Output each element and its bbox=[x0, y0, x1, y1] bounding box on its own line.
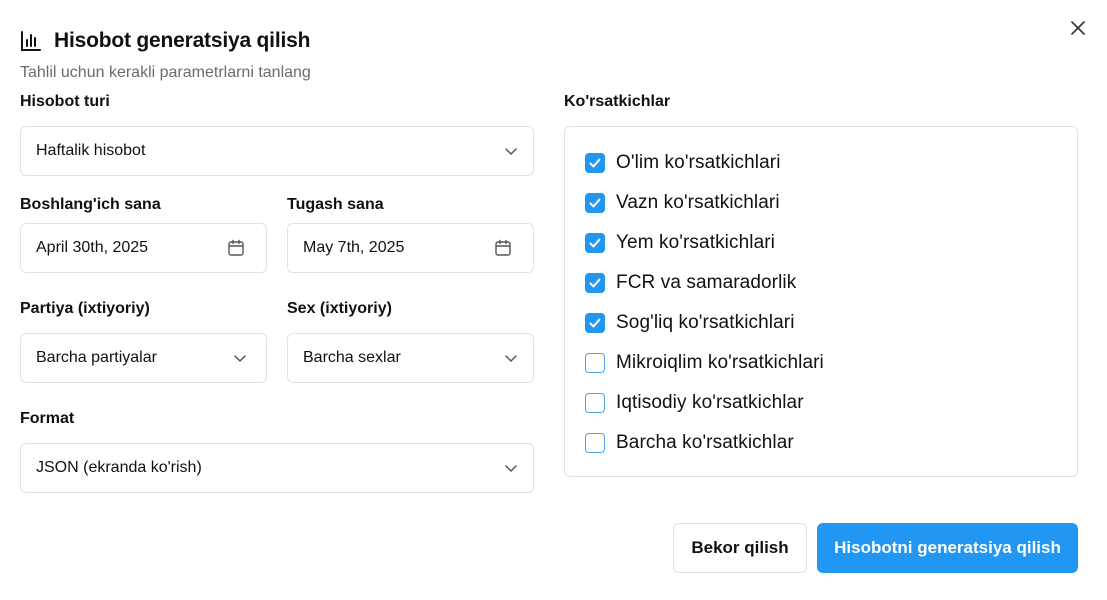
bar-chart-icon bbox=[20, 30, 42, 52]
end-date-picker[interactable]: May 7th, 2025 bbox=[287, 223, 534, 273]
batch-value: Barcha partiyalar bbox=[36, 349, 157, 366]
end-date-label: Tugash sana bbox=[287, 196, 384, 213]
indicator-checkbox-fcr[interactable]: FCR va samaradorlik bbox=[585, 271, 796, 295]
checkbox[interactable] bbox=[585, 313, 605, 333]
sex-select[interactable]: Barcha sexlar bbox=[287, 333, 534, 383]
chevron-down-icon bbox=[233, 351, 247, 365]
checkbox[interactable] bbox=[585, 353, 605, 373]
check-icon bbox=[589, 318, 601, 328]
indicator-label: O'lim ko'rsatkichlari bbox=[616, 152, 781, 173]
indicator-label: Vazn ko'rsatkichlari bbox=[616, 192, 780, 213]
indicators-panel: O'lim ko'rsatkichlari Vazn ko'rsatkichla… bbox=[564, 126, 1078, 477]
report-type-label: Hisobot turi bbox=[20, 93, 110, 110]
format-label: Format bbox=[20, 410, 75, 427]
indicator-checkbox-weight[interactable]: Vazn ko'rsatkichlari bbox=[585, 191, 780, 215]
checkbox[interactable] bbox=[585, 153, 605, 173]
indicator-label: Barcha ko'rsatkichlar bbox=[616, 432, 794, 453]
sex-label: Sex (ixtiyoriy) bbox=[287, 300, 392, 317]
start-date-value: April 30th, 2025 bbox=[36, 239, 149, 256]
indicator-checkbox-health[interactable]: Sog'liq ko'rsatkichlari bbox=[585, 311, 795, 335]
checkbox[interactable] bbox=[585, 433, 605, 453]
calendar-icon bbox=[227, 239, 245, 257]
batch-select[interactable]: Barcha partiyalar bbox=[20, 333, 267, 383]
indicators-label: Ko'rsatkichlar bbox=[564, 93, 671, 110]
checkbox[interactable] bbox=[585, 233, 605, 253]
close-icon bbox=[1071, 21, 1085, 35]
chevron-down-icon bbox=[504, 144, 518, 158]
batch-label: Partiya (ixtiyoriy) bbox=[20, 300, 150, 317]
report-type-select[interactable]: Haftalik hisobot bbox=[20, 126, 534, 176]
close-button[interactable] bbox=[1066, 16, 1090, 40]
indicator-label: Mikroiqlim ko'rsatkichlari bbox=[616, 352, 824, 373]
calendar-icon bbox=[494, 239, 512, 257]
indicator-checkbox-feed[interactable]: Yem ko'rsatkichlari bbox=[585, 231, 775, 255]
end-date-value: May 7th, 2025 bbox=[303, 239, 405, 256]
indicator-checkbox-all[interactable]: Barcha ko'rsatkichlar bbox=[585, 431, 794, 455]
start-date-picker[interactable]: April 30th, 2025 bbox=[20, 223, 267, 273]
indicator-label: Iqtisodiy ko'rsatkichlar bbox=[616, 392, 804, 413]
checkbox[interactable] bbox=[585, 273, 605, 293]
format-value: JSON (ekranda ko'rish) bbox=[36, 459, 202, 476]
check-icon bbox=[589, 198, 601, 208]
sex-value: Barcha sexlar bbox=[303, 349, 401, 366]
indicator-label: Yem ko'rsatkichlari bbox=[616, 232, 775, 253]
report-type-value: Haftalik hisobot bbox=[36, 142, 146, 159]
chevron-down-icon bbox=[504, 351, 518, 365]
check-icon bbox=[589, 278, 601, 288]
dialog-header: Hisobot generatsiya qilish bbox=[20, 26, 310, 56]
dialog-title: Hisobot generatsiya qilish bbox=[54, 29, 311, 52]
report-dialog: Hisobot generatsiya qilish Tahlil uchun … bbox=[0, 0, 1107, 600]
format-select[interactable]: JSON (ekranda ko'rish) bbox=[20, 443, 534, 493]
generate-report-button[interactable]: Hisobotni generatsiya qilish bbox=[817, 523, 1078, 573]
chevron-down-icon bbox=[504, 461, 518, 475]
indicator-checkbox-economic[interactable]: Iqtisodiy ko'rsatkichlar bbox=[585, 391, 804, 415]
start-date-label: Boshlang'ich sana bbox=[20, 196, 161, 213]
indicator-checkbox-microclimate[interactable]: Mikroiqlim ko'rsatkichlari bbox=[585, 351, 824, 375]
indicator-label: Sog'liq ko'rsatkichlari bbox=[616, 312, 795, 333]
indicator-label: FCR va samaradorlik bbox=[616, 272, 797, 293]
cancel-button[interactable]: Bekor qilish bbox=[673, 523, 807, 573]
checkbox[interactable] bbox=[585, 393, 605, 413]
check-icon bbox=[589, 238, 601, 248]
checkbox[interactable] bbox=[585, 193, 605, 213]
check-icon bbox=[589, 158, 601, 168]
indicator-checkbox-mortality[interactable]: O'lim ko'rsatkichlari bbox=[585, 151, 781, 175]
dialog-subtitle: Tahlil uchun kerakli parametrlarni tanla… bbox=[20, 64, 311, 81]
